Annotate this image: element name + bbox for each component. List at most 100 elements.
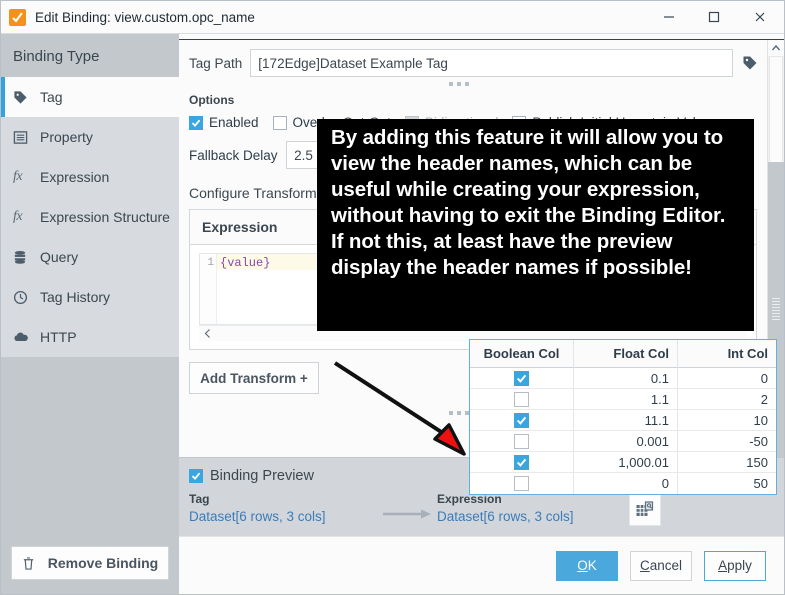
cancel-button[interactable]: Cancel [630,550,692,581]
tag-browse-icon[interactable] [733,49,767,77]
options-heading: Options [189,93,235,107]
table-row[interactable]: 11.1 10 [470,410,776,431]
window-controls [646,1,784,33]
cell-int[interactable]: 2 [678,389,776,410]
apply-button[interactable]: Apply [704,550,766,581]
sidebar-item-label: Query [40,249,79,265]
sidebar-heading: Binding Type [13,48,100,65]
sidebar-item-tag-history[interactable]: Tag History [1,277,179,317]
preview-tag-value[interactable]: Dataset[6 rows, 3 cols] [189,509,379,524]
ok-mnemonic: O [577,558,588,573]
binding-preview-label: Binding Preview [210,468,314,484]
apply-label-rest: pply [727,558,752,573]
cell-int[interactable]: 50 [678,473,776,494]
cell-int[interactable]: 10 [678,410,776,431]
cell-int[interactable]: 150 [678,452,776,473]
fx-icon: fx [13,169,23,184]
cell-boolean[interactable] [470,452,574,473]
trash-icon [22,555,41,571]
close-icon[interactable] [736,1,784,33]
row-checkbox[interactable] [514,433,529,449]
column-header-int[interactable]: Int Col [678,340,776,368]
ok-button[interactable]: OK [556,550,618,581]
remove-binding-label: Remove Binding [47,555,159,571]
sidebar-item-query[interactable]: Query [1,237,179,277]
table-row[interactable]: 0 50 [470,473,776,494]
cancel-label-rest: ancel [649,558,683,573]
cell-boolean[interactable] [470,431,574,452]
cell-boolean[interactable] [470,368,574,389]
tag-path-input[interactable]: [172Edge]Dataset Example Tag [250,49,733,77]
row-checkbox[interactable] [514,476,529,491]
column-header-float[interactable]: Float Col [574,340,678,368]
add-transform-label: Add Transform + [200,370,308,386]
clock-icon [13,289,32,305]
sidebar-item-tag[interactable]: Tag [1,77,179,117]
tag-icon [13,89,32,105]
sidebar-item-expression-structure[interactable]: fx Expression Structure [1,197,179,237]
cell-float[interactable]: 0.1 [574,368,678,389]
dataset-table-icon[interactable] [629,494,661,526]
sidebar-item-property[interactable]: Property [1,117,179,157]
table-row[interactable]: 1,000.01 150 [470,452,776,473]
line-number-gutter: 1 [200,254,217,324]
table-row[interactable]: 1.1 2 [470,389,776,410]
window-title: Edit Binding: view.custom.opc_name [35,9,255,25]
table-header-row: Boolean Col Float Col Int Col [470,340,776,368]
scroll-up-icon[interactable] [768,40,784,56]
dataset-preview-table[interactable]: Boolean Col Float Col Int Col 0.1 0 1.1 … [469,339,777,495]
cell-float[interactable]: 1,000.01 [574,452,678,473]
sidebar-item-http[interactable]: HTTP [1,317,179,357]
add-transform-button[interactable]: Add Transform + [189,362,319,394]
table-row[interactable]: 0.001 -50 [470,431,776,452]
ignition-check-icon [9,8,26,26]
cancel-mnemonic: C [639,558,650,573]
edit-binding-window: Edit Binding: view.custom.opc_name Bindi… [0,0,785,595]
sidebar-item-label: Tag History [40,289,111,305]
table-body: 0.1 0 1.1 2 11.1 10 0.001 -50 1,000.01 1… [470,368,776,494]
cell-int[interactable]: -50 [678,431,776,452]
apply-mnemonic: A [718,558,728,573]
fallback-delay-label: Fallback Delay [189,147,278,163]
panel-drag-handle[interactable] [179,77,739,91]
checkbox-enabled[interactable]: Enabled [189,115,259,130]
dialog-footer: OK Cancel Apply [179,536,784,594]
minimize-icon[interactable] [646,1,691,33]
row-checkbox[interactable] [514,412,529,428]
scrollbar-grip-icon [772,298,780,320]
row-checkbox[interactable] [514,391,529,407]
sidebar-item-label: Tag [40,89,63,105]
cell-float[interactable]: 0.001 [574,431,678,452]
table-row[interactable]: 0.1 0 [470,368,776,389]
cell-float[interactable]: 1.1 [574,389,678,410]
cell-int[interactable]: 0 [678,368,776,389]
title-bar: Edit Binding: view.custom.opc_name [1,1,784,34]
binding-preview-values: Tag Dataset[6 rows, 3 cols] Expression D… [189,492,784,526]
ok-label-rest: K [587,558,597,573]
row-checkbox[interactable] [514,370,529,386]
sidebar-item-expression[interactable]: fx Expression [1,157,179,197]
sidebar-item-label: Expression Structure [40,209,170,225]
database-icon [13,249,32,265]
cell-boolean[interactable] [470,473,574,494]
remove-binding-button[interactable]: Remove Binding [11,546,169,580]
cell-boolean[interactable] [470,410,574,431]
row-checkbox[interactable] [514,454,529,470]
sidebar-item-label: HTTP [40,329,77,345]
cell-boolean[interactable] [470,389,574,410]
maximize-icon[interactable] [691,1,736,33]
preview-expression-column: Expression Dataset[6 rows, 3 cols] [437,492,627,524]
cell-float[interactable]: 11.1 [574,410,678,431]
property-list-icon [13,129,32,145]
scrollbar-thumb[interactable] [769,56,783,163]
cloud-icon [13,329,32,345]
tag-path-row: Tag Path [172Edge]Dataset Example Tag [179,40,767,77]
chevron-left-icon [204,329,210,338]
sidebar-item-label: Expression [40,169,110,185]
tag-path-label: Tag Path [189,55,243,71]
cell-float[interactable]: 0 [574,473,678,494]
fallback-delay-value: 2.5 [294,147,313,163]
column-header-boolean[interactable]: Boolean Col [470,340,574,368]
preview-expression-value[interactable]: Dataset[6 rows, 3 cols] [437,509,627,524]
